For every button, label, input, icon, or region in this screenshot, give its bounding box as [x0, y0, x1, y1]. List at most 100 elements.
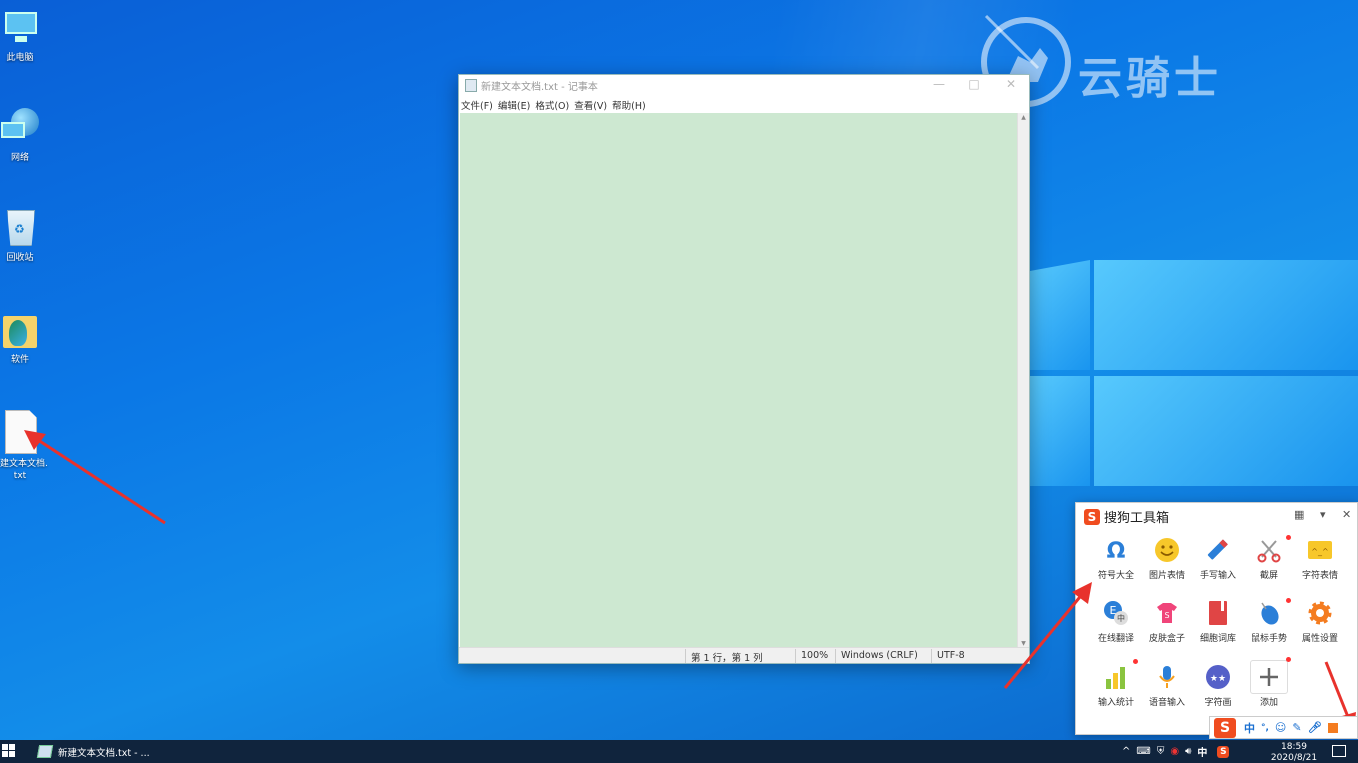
status-encoding: UTF-8	[937, 650, 965, 661]
start-button[interactable]	[2, 744, 16, 758]
translate-icon: E中	[1103, 600, 1129, 626]
mic-icon[interactable]: 🎤︎	[1308, 721, 1322, 734]
tool-settings[interactable]: 属性设置	[1294, 600, 1346, 644]
svg-text:中: 中	[1117, 613, 1125, 623]
status-divider	[931, 649, 932, 663]
tool-handwriting[interactable]: 手写输入	[1192, 537, 1244, 581]
system-tray: ^ ⌨ ⛨ ◉ 🔊︎ 中 S	[1122, 740, 1233, 763]
tool-emoticons[interactable]: ^_^ 字符表情	[1294, 537, 1346, 581]
taskbar: 新建文本文档.txt - ... ^ ⌨ ⛨ ◉ 🔊︎ 中 S 18:59 20…	[0, 740, 1358, 763]
bar-chart-icon	[1103, 664, 1129, 690]
svg-text:Ω: Ω	[1107, 539, 1126, 563]
vertical-scrollbar[interactable]: ▲ ▼	[1017, 113, 1029, 649]
ime-mode-toggle[interactable]: 中	[1244, 720, 1255, 736]
chevron-down-icon[interactable]: ▾	[1320, 508, 1326, 521]
recycle-bin-icon: ♻	[1, 208, 39, 248]
tool-ascii-art[interactable]: ★★ 字符画	[1192, 664, 1244, 708]
tool-skin-box[interactable]: S 皮肤盒子	[1141, 600, 1193, 644]
sogou-toolbox-panel[interactable]: S 搜狗工具箱 ▦ ▾ ✕ Ω 符号大全 图片表情 手写输入 截屏 ^_^ 字符…	[1075, 502, 1358, 735]
notification-center-icon[interactable]	[1332, 745, 1346, 757]
desktop-icon-label: 软件	[10, 355, 29, 365]
sogou-logo-icon[interactable]: S	[1214, 717, 1236, 738]
network-icon[interactable]: ⌨	[1136, 746, 1150, 757]
tool-symbols[interactable]: Ω 符号大全	[1090, 537, 1142, 581]
tool-input-stats[interactable]: 输入统计	[1090, 659, 1142, 708]
taskbar-notepad-task[interactable]: 新建文本文档.txt - ...	[36, 740, 150, 763]
tool-dictionary[interactable]: 细胞词库	[1192, 600, 1244, 644]
clock-date: 2020/8/21	[1270, 753, 1318, 763]
text-editor-area[interactable]	[460, 113, 1017, 649]
emoji-icon[interactable]: ☺	[1275, 721, 1286, 734]
menu-file[interactable]: 文件(F)	[461, 98, 493, 112]
omega-icon: Ω	[1103, 537, 1129, 564]
desktop-icon-network[interactable]: 网络	[0, 108, 40, 164]
watermark-text: 云骑士	[1078, 53, 1222, 104]
task-label: 新建文本文档.txt - ...	[58, 747, 150, 759]
shield-icon[interactable]: ⛨	[1157, 746, 1165, 757]
status-divider	[685, 649, 686, 663]
desktop-icon-label: 网络	[10, 153, 29, 163]
notepad-icon	[36, 745, 54, 758]
menu-view[interactable]: 查看(V)	[574, 98, 607, 112]
desktop-icon-text-file[interactable]: 建文本文档. txt	[0, 410, 48, 482]
close-button[interactable]: ✕	[993, 77, 1029, 91]
status-line-ending: Windows (CRLF)	[841, 650, 918, 661]
tool-image-emoji[interactable]: 图片表情	[1141, 537, 1193, 581]
sogou-tray-icon[interactable]: S	[1217, 745, 1230, 758]
toolbox-header: S 搜狗工具箱	[1076, 503, 1357, 530]
menu-edit[interactable]: 编辑(E)	[498, 98, 530, 112]
desktop-icon-recycle-bin[interactable]: ♻ 回收站	[0, 208, 40, 264]
desktop-icon-software[interactable]: 软件	[0, 310, 40, 366]
tool-translate[interactable]: E中 在线翻译	[1090, 600, 1142, 644]
tool-add[interactable]: 添加	[1243, 657, 1295, 708]
status-divider	[835, 649, 836, 663]
desktop-icon-this-pc[interactable]: 此电脑	[0, 8, 40, 64]
notification-dot	[1286, 535, 1291, 540]
book-icon	[1205, 600, 1231, 626]
tool-voice-input[interactable]: 语音输入	[1141, 664, 1193, 708]
notification-dot	[1286, 657, 1291, 662]
menu-help[interactable]: 帮助(H)	[612, 98, 646, 112]
notepad-window[interactable]: 新建文本文档.txt - 记事本 — □ ✕ 文件(F) 编辑(E) 格式(O)…	[458, 74, 1030, 664]
clock[interactable]: 18:59 2020/8/21	[1268, 742, 1320, 763]
sogou-ime-bar[interactable]: S 中 °, ☺ ✎ 🎤︎	[1209, 716, 1358, 739]
menu-format[interactable]: 格式(O)	[535, 98, 569, 112]
scissors-icon	[1256, 537, 1282, 563]
clock-time: 18:59	[1281, 742, 1307, 752]
desktop-icon-label: 回收站	[6, 253, 34, 263]
tool-screenshot[interactable]: 截屏	[1243, 535, 1295, 581]
svg-text:^_^: ^_^	[1311, 547, 1328, 556]
record-icon[interactable]: ◉	[1170, 746, 1179, 757]
scroll-up-icon[interactable]: ▲	[1018, 113, 1029, 123]
folder-icon	[1, 310, 39, 350]
sogou-logo-icon: S	[1084, 508, 1100, 525]
desktop-icon-label: 建文本文档. txt	[0, 459, 48, 481]
tool-mouse-gesture[interactable]: 鼠标手势	[1243, 598, 1295, 644]
minimize-button[interactable]: —	[921, 77, 957, 91]
chevron-up-icon[interactable]: ^	[1122, 746, 1130, 757]
monitor-icon	[1, 8, 39, 48]
text-file-icon	[1, 410, 39, 454]
volume-icon[interactable]: 🔊︎	[1185, 746, 1191, 757]
status-zoom: 100%	[801, 650, 829, 661]
emoticon-icon: ^_^	[1307, 537, 1333, 563]
notepad-icon	[465, 79, 477, 92]
desktop-icon-label: 此电脑	[6, 53, 34, 63]
face-icon: ★★	[1205, 664, 1231, 690]
grid-layout-icon[interactable]: ▦	[1294, 508, 1304, 521]
ime-indicator[interactable]: 中	[1197, 744, 1207, 759]
pen-icon	[1205, 537, 1231, 563]
close-icon[interactable]: ✕	[1342, 508, 1351, 521]
menu-bar: 文件(F) 编辑(E) 格式(O) 查看(V) 帮助(H)	[459, 96, 1029, 113]
toolbox-icon[interactable]	[1327, 722, 1338, 733]
mic-icon	[1154, 664, 1180, 690]
smiley-icon	[1154, 537, 1180, 563]
globe-icon	[1, 108, 39, 148]
notification-dot	[1286, 598, 1291, 603]
windows-logo-wallpaper	[1030, 260, 1358, 520]
ime-punctuation-toggle[interactable]: °,	[1261, 723, 1269, 733]
maximize-button[interactable]: □	[956, 77, 992, 91]
shirt-icon: S	[1154, 600, 1180, 626]
pen-icon[interactable]: ✎	[1292, 721, 1301, 734]
gear-icon	[1307, 600, 1333, 626]
